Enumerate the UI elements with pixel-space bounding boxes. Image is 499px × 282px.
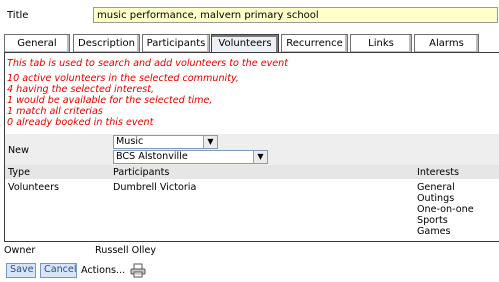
interest-select[interactable]: Music ▼	[113, 135, 218, 149]
tab-participants[interactable]: Participants	[142, 34, 210, 52]
volunteer-select[interactable]: BCS Alstonville ▼	[113, 150, 268, 164]
owner-value: Russell Olley	[95, 245, 157, 256]
title-label: Title	[7, 10, 29, 21]
row-participant[interactable]: Dumbrell Victoria	[113, 182, 196, 193]
chevron-down-icon: ▼	[253, 151, 267, 163]
printer-icon[interactable]	[130, 263, 146, 278]
interest-item: Sports	[417, 215, 448, 226]
actions-menu[interactable]: Actions...	[81, 265, 125, 276]
interest-item: One-on-one	[417, 204, 474, 215]
tab-general[interactable]: General	[4, 34, 70, 52]
tab-bar: General Description Participants Volunte…	[4, 34, 499, 52]
stat-message: 10 active volunteers in the selected com…	[7, 73, 239, 84]
tab-alarms[interactable]: Alarms	[414, 34, 479, 52]
column-header-participants: Participants	[113, 167, 170, 178]
owner-label: Owner	[4, 245, 36, 256]
stat-message: 1 would be available for the selected ti…	[7, 95, 213, 106]
tab-volunteers[interactable]: Volunteers	[211, 34, 279, 52]
new-label: New	[8, 145, 29, 156]
interest-item: Outings	[417, 193, 455, 204]
chevron-down-icon: ▼	[203, 136, 217, 148]
tab-links[interactable]: Links	[350, 34, 412, 52]
tab-description[interactable]: Description	[73, 34, 140, 52]
volunteer-select-value: BCS Alstonville	[116, 151, 188, 162]
row-type: Volunteers	[8, 182, 60, 193]
stat-message: 0 already booked in this event	[7, 117, 154, 128]
interest-item: General	[417, 182, 455, 193]
cancel-button[interactable]: Cancel	[40, 263, 77, 278]
intro-message: This tab is used to search and add volun…	[7, 58, 289, 69]
interest-select-value: Music	[116, 136, 144, 147]
title-input[interactable]	[93, 7, 498, 23]
stat-message: 1 match all criterias	[7, 106, 103, 117]
stat-message: 4 having the selected interest,	[7, 84, 155, 95]
interest-item: Games	[417, 226, 451, 236]
column-header-type: Type	[8, 167, 31, 178]
tab-recurrence[interactable]: Recurrence	[281, 34, 348, 52]
column-header-interests: Interests	[417, 167, 459, 178]
save-button[interactable]: Save	[6, 263, 36, 278]
